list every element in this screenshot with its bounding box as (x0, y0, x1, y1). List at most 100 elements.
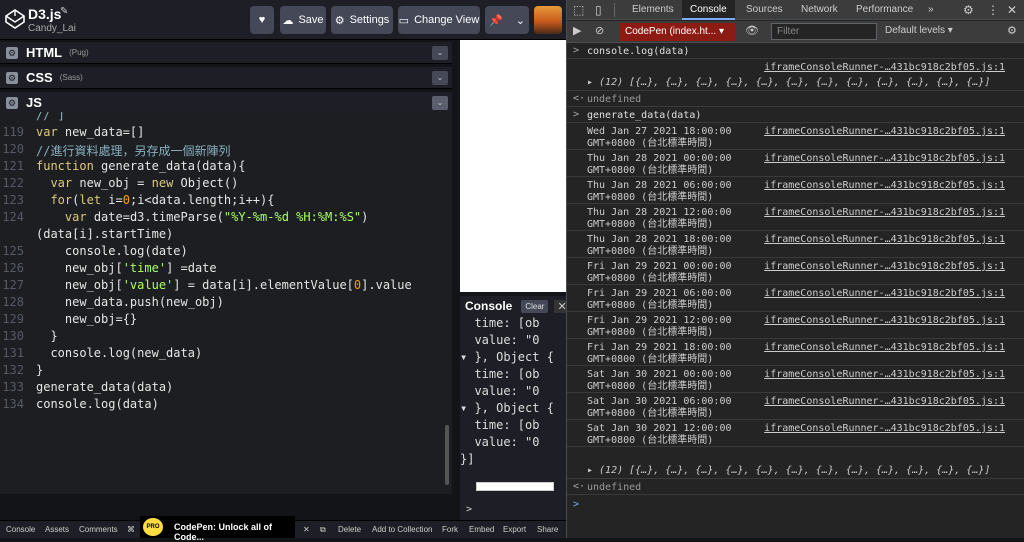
tab-console[interactable]: Console (682, 0, 735, 20)
context-selector[interactable]: CodePen (index.ht... ▾ (619, 23, 735, 41)
chevron-down-icon[interactable]: ⌄ (432, 46, 448, 60)
tab-sources[interactable]: Sources (746, 4, 783, 15)
console-log-entry[interactable]: Fri Jan 29 2021 18:00:00 GMT+0800 (台北標準時… (567, 339, 1024, 366)
edit-pencil-icon[interactable]: ✎ (60, 6, 68, 17)
console-result-entry[interactable]: <· undefined (567, 479, 1024, 495)
source-link[interactable]: iframeConsoleRunner-…431bc918c2bf05.js:1 (764, 180, 1005, 191)
chevron-down-icon[interactable]: ⌄ (432, 71, 448, 85)
comments-button[interactable]: Comments (79, 525, 118, 534)
console-input-entry[interactable]: > generate_data(data) (567, 107, 1024, 123)
sidebar-toggle-icon[interactable]: ▶ (573, 24, 581, 37)
source-link[interactable]: iframeConsoleRunner-…431bc918c2bf05.js:1 (764, 423, 1005, 434)
code-line[interactable]: new_obj['value'] = data[i].elementValue[… (36, 278, 412, 292)
code-line[interactable]: console.log(data) (36, 397, 159, 411)
source-link[interactable]: iframeConsoleRunner-…431bc918c2bf05.js:1 (764, 207, 1005, 218)
more-tabs-button[interactable]: » (928, 4, 934, 15)
pin-button[interactable]: 📌 ⌄ (485, 6, 529, 34)
share-button[interactable]: Share (537, 525, 558, 534)
settings-button[interactable]: ⚙ Settings (331, 6, 393, 34)
close-icon[interactable]: ✕ (303, 525, 310, 534)
console-log-entry[interactable]: Fri Jan 29 2021 00:00:00 GMT+0800 (台北標準時… (567, 258, 1024, 285)
device-toolbar-icon[interactable]: ▯ (595, 3, 602, 17)
console-log-entry[interactable]: Thu Jan 28 2021 18:00:00 GMT+0800 (台北標準時… (567, 231, 1024, 258)
save-button[interactable]: ☁ Save (280, 6, 326, 34)
console-log-entry[interactable]: ▸ (12) [{…}, {…}, {…}, {…}, {…}, {…}, {…… (567, 59, 1024, 91)
code-line[interactable]: new_obj['time'] =date (36, 261, 217, 275)
source-link[interactable]: iframeConsoleRunner-…431bc918c2bf05.js:1 (764, 126, 1005, 137)
console-log-entry[interactable]: Thu Jan 28 2021 00:00:00 GMT+0800 (台北標準時… (567, 150, 1024, 177)
editor-scrollbar[interactable] (445, 425, 449, 485)
keyboard-shortcut-icon[interactable]: ⌘ (127, 525, 135, 534)
console-log-entry[interactable]: ▸ (12) [{…}, {…}, {…}, {…}, {…}, {…}, {…… (567, 447, 1024, 479)
console-result-entry[interactable]: <· undefined (567, 91, 1024, 107)
js-code-editor[interactable]: // ] 119 var new_data=[] 120 //進行資料處理，另存成一個新… (0, 112, 452, 494)
code-line[interactable]: console.log(new_data) (36, 346, 202, 360)
embed-button[interactable]: Embed (469, 525, 494, 534)
console-log-entry[interactable]: Wed Jan 27 2021 18:00:00 GMT+0800 (台北標準時… (567, 123, 1024, 150)
js-pane-header[interactable]: ⚙ JS ⌄ (0, 92, 452, 114)
code-line[interactable]: var date=d3.timeParse("%Y-%m-%d %H:%M:%S… (36, 210, 369, 224)
console-input-entry[interactable]: > console.log(data) (567, 43, 1024, 59)
source-link[interactable]: iframeConsoleRunner-…431bc918c2bf05.js:1 (764, 234, 1005, 245)
gear-icon[interactable]: ⚙ (963, 3, 974, 17)
console-prompt[interactable]: > (573, 499, 579, 510)
gear-icon[interactable]: ⚙ (6, 46, 18, 59)
pen-title[interactable]: D3.js (28, 6, 61, 22)
console-scrollbar[interactable] (476, 482, 554, 491)
code-line[interactable]: // ] (36, 112, 65, 122)
code-line[interactable]: generate_data(data) (36, 380, 173, 394)
code-line[interactable]: } (36, 363, 43, 377)
gear-icon[interactable]: ⚙ (6, 96, 18, 109)
code-line[interactable]: new_data.push(new_obj) (36, 295, 224, 309)
tab-performance[interactable]: Performance (856, 4, 913, 15)
user-avatar[interactable] (534, 6, 562, 34)
fork-button[interactable]: Fork (442, 525, 458, 534)
console-prompt[interactable]: > (466, 504, 472, 515)
clear-console-icon[interactable]: ⊘ (595, 24, 604, 37)
console-clear-button[interactable]: Clear (521, 299, 549, 313)
code-line[interactable]: for(let i=0;i<data.length;i++){ (36, 193, 274, 207)
tab-network[interactable]: Network (801, 4, 838, 15)
code-line[interactable]: var new_data=[] (36, 125, 144, 139)
html-pane-header[interactable]: ⚙ HTML (Pug) ⌄ (0, 42, 452, 64)
console-tab-button[interactable]: Console (6, 525, 35, 534)
pro-upsell-banner[interactable]: PRO CodePen: Unlock all of Code... (140, 516, 295, 542)
chevron-down-icon[interactable]: ⌄ (432, 96, 448, 110)
console-log-entry[interactable]: Fri Jan 29 2021 06:00:00 GMT+0800 (台北標準時… (567, 285, 1024, 312)
filter-input[interactable]: Filter (771, 23, 877, 40)
heart-button[interactable]: ♥ (250, 6, 274, 34)
more-options-icon[interactable]: ⋮ (987, 3, 999, 17)
code-line[interactable]: function generate_data(data){ (36, 159, 246, 173)
preview-frame[interactable] (460, 40, 566, 292)
code-line[interactable]: console.log(date) (36, 244, 188, 258)
close-icon[interactable]: ✕ (1007, 3, 1017, 17)
code-line[interactable]: //進行資料處理，另存成一個新陣列 (36, 142, 230, 159)
code-line[interactable]: } (36, 329, 57, 343)
css-pane-header[interactable]: ⚙ CSS (Sass) ⌄ (0, 67, 452, 89)
gear-icon[interactable]: ⚙ (6, 71, 18, 84)
console-log-entry[interactable]: Thu Jan 28 2021 12:00:00 GMT+0800 (台北標準時… (567, 204, 1024, 231)
assets-button[interactable]: Assets (45, 525, 69, 534)
console-log-entry[interactable]: Thu Jan 28 2021 06:00:00 GMT+0800 (台北標準時… (567, 177, 1024, 204)
source-link[interactable]: iframeConsoleRunner-…431bc918c2bf05.js:1 (764, 153, 1005, 164)
source-link[interactable]: iframeConsoleRunner-…431bc918c2bf05.js:1 (764, 315, 1005, 326)
codepen-logo-icon[interactable] (4, 8, 26, 30)
inspect-element-icon[interactable]: ⬚ (573, 3, 584, 17)
source-link[interactable]: iframeConsoleRunner-…431bc918c2bf05.js:1 (764, 261, 1005, 272)
source-link[interactable]: iframeConsoleRunner-…431bc918c2bf05.js:1 (764, 288, 1005, 299)
change-view-button[interactable]: ▭ Change View (398, 6, 480, 34)
add-to-collection-button[interactable]: Add to Collection (372, 525, 432, 534)
console-log-entry[interactable]: Sat Jan 30 2021 00:00:00 GMT+0800 (台北標準時… (567, 366, 1024, 393)
code-line[interactable]: new_obj={} (36, 312, 137, 326)
tab-elements[interactable]: Elements (632, 4, 674, 15)
external-link-icon[interactable]: ⧉ (320, 525, 326, 535)
source-link[interactable]: iframeConsoleRunner-…431bc918c2bf05.js:1 (764, 62, 1005, 73)
export-button[interactable]: Export (503, 525, 526, 534)
source-link[interactable]: iframeConsoleRunner-…431bc918c2bf05.js:1 (764, 369, 1005, 380)
eye-icon[interactable]: 👁 (745, 24, 759, 37)
console-log-entry[interactable]: Sat Jan 30 2021 06:00:00 GMT+0800 (台北標準時… (567, 393, 1024, 420)
console-log-entry[interactable]: Sat Jan 30 2021 12:00:00 GMT+0800 (台北標準時… (567, 420, 1024, 447)
log-levels-dropdown[interactable]: Default levels ▾ (885, 25, 953, 36)
source-link[interactable]: iframeConsoleRunner-…431bc918c2bf05.js:1 (764, 396, 1005, 407)
console-log-entry[interactable]: Fri Jan 29 2021 12:00:00 GMT+0800 (台北標準時… (567, 312, 1024, 339)
